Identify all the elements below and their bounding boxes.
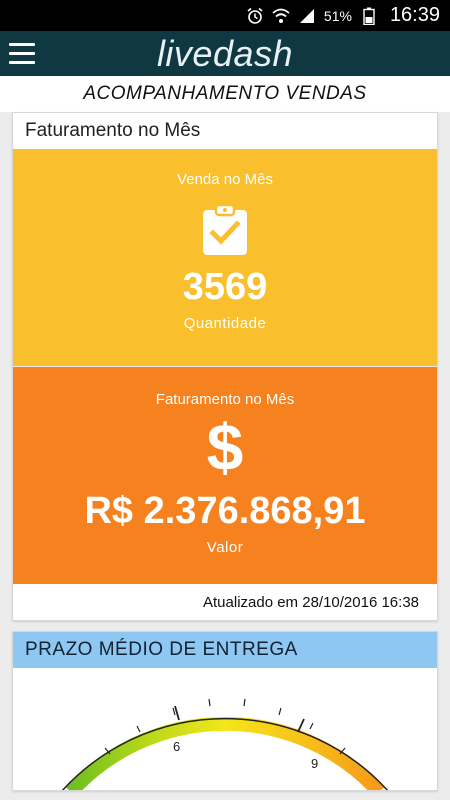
page-title: ACOMPANHAMENTO VENDAS — [0, 76, 450, 112]
status-bar: 51% 16:39 — [0, 0, 450, 31]
signal-icon — [298, 7, 316, 25]
delivery-gauge: 6 9 — [13, 668, 437, 790]
revenue-value: R$ 2.376.868,91 — [84, 490, 366, 532]
billing-card-header: Faturamento no Mês — [25, 120, 201, 141]
dollar-icon: $ — [206, 410, 244, 484]
alarm-icon — [246, 7, 264, 25]
clipboard-check-icon — [203, 204, 247, 255]
sales-quantity-value: 3569 — [182, 266, 268, 308]
sales-quantity-label: Quantidade — [183, 315, 267, 332]
app-logo: live dash — [0, 31, 450, 76]
revenue-tile[interactable]: Faturamento no Mês $ R$ 2.376.868,91 Val… — [13, 366, 437, 584]
logo-text-live: live — [156, 32, 213, 74]
delivery-card-header: PRAZO MÉDIO DE ENTREGA — [13, 632, 437, 668]
sales-tile[interactable]: Venda no Mês 3569 Quantidade — [13, 149, 437, 366]
gauge-svg — [61, 698, 389, 790]
hamburger-menu-icon[interactable] — [0, 31, 44, 76]
billing-card: Faturamento no Mês Venda no Mês 3569 Qua… — [12, 112, 438, 621]
updated-timestamp: Atualizado em 28/10/2016 16:38 — [203, 593, 419, 611]
delivery-card: PRAZO MÉDIO DE ENTREGA 6 9 — [12, 631, 438, 791]
revenue-label: Valor — [206, 539, 244, 556]
battery-level: 51% — [323, 7, 352, 24]
gauge-label-9: 9 — [311, 756, 319, 771]
app-bar: live dash — [0, 31, 450, 76]
gauge-label-6: 6 — [173, 739, 181, 754]
clock: 16:39 — [389, 4, 440, 26]
wifi-icon — [272, 7, 290, 25]
revenue-tile-title: Faturamento no Mês — [155, 391, 295, 408]
sales-tile-title: Venda no Mês — [177, 171, 273, 188]
logo-text-dash: dash — [212, 32, 294, 74]
battery-icon — [360, 7, 378, 25]
